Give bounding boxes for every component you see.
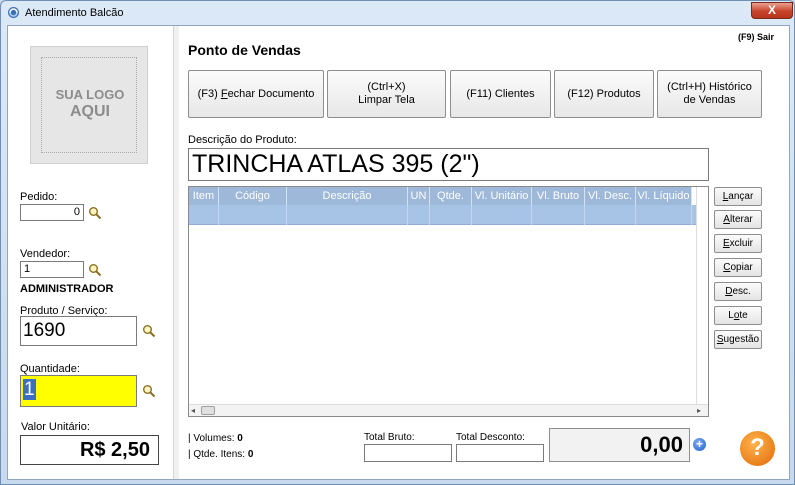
alterar-button[interactable]: Alterar xyxy=(714,210,762,229)
table-cell xyxy=(287,205,408,225)
desc-button[interactable]: Desc. xyxy=(714,282,762,301)
historico-vendas-line2: de Vendas xyxy=(683,94,736,106)
total-bruto-label: Total Bruto: xyxy=(364,432,415,443)
clientes-button[interactable]: (F11) Clientes xyxy=(450,70,551,118)
valor-unitario-display: R$ 2,50 xyxy=(20,435,159,465)
historico-vendas-button[interactable]: (Ctrl+H) Histórico de Vendas xyxy=(657,70,762,118)
fechar-documento-label: (F3) Fechar Documento xyxy=(197,87,315,100)
itens-label: | Qtde. Itens: xyxy=(188,449,246,460)
produtos-button[interactable]: (F12) Produtos xyxy=(554,70,654,118)
logo-text: SUA LOGO AQUI xyxy=(42,86,138,120)
column-header[interactable]: Descrição xyxy=(287,187,408,205)
fechar-documento-button[interactable]: (F3) Fechar Documento xyxy=(188,70,324,118)
close-button[interactable]: X xyxy=(751,2,793,19)
descricao-produto-field: TRINCHA ATLAS 395 (2") xyxy=(188,148,709,181)
items-grid[interactable]: Item Código Descrição UN Qtde. Vl. Unitá… xyxy=(188,186,709,417)
lancar-button[interactable]: Lançar xyxy=(714,187,762,206)
limpar-tela-button[interactable]: (Ctrl+X) Limpar Tela xyxy=(327,70,446,118)
column-header[interactable]: Código xyxy=(219,187,287,205)
vendedor-name: ADMINISTRADOR xyxy=(20,283,114,295)
quantidade-search-icon[interactable] xyxy=(142,384,156,398)
vendedor-label: Vendedor: xyxy=(20,248,71,260)
app-icon xyxy=(8,7,19,18)
sidebar-divider xyxy=(173,26,179,479)
window-title: Atendimento Balcão xyxy=(25,7,124,19)
table-cell xyxy=(532,205,585,225)
pedido-search-icon[interactable] xyxy=(88,206,102,220)
produto-input[interactable]: 1690 xyxy=(20,316,137,346)
limpar-tela-shortcut: (Ctrl+X) xyxy=(367,81,406,93)
table-cell xyxy=(430,205,472,225)
produtos-label: (F12) Produtos xyxy=(567,87,641,100)
table-cell xyxy=(408,205,430,225)
pedido-label: Pedido: xyxy=(20,191,58,203)
vendedor-search-icon[interactable] xyxy=(88,263,102,277)
historico-vendas-line1: (Ctrl+H) Histórico xyxy=(667,81,752,93)
scroll-thumb[interactable] xyxy=(201,406,215,415)
volumes-info: | Volumes: 0 xyxy=(188,433,243,444)
total-bruto-field xyxy=(364,444,452,462)
column-header[interactable]: Item xyxy=(189,187,219,205)
page-title: Ponto de Vendas xyxy=(188,42,301,58)
exit-shortcut[interactable]: (F9) Sair xyxy=(738,32,774,42)
scroll-left-icon[interactable]: ◂ xyxy=(191,406,195,415)
volumes-value: 0 xyxy=(237,433,243,444)
client-area: SUA LOGO AQUI Pedido: 0 Vendedor: 1 ADMI… xyxy=(7,25,790,480)
lote-button[interactable]: Lote xyxy=(714,306,762,325)
grid-vertical-scrollbar[interactable] xyxy=(696,187,708,405)
total-display: 0,00 xyxy=(549,428,690,462)
quantidade-input[interactable]: 1 xyxy=(20,375,137,407)
logo-placeholder: SUA LOGO AQUI xyxy=(30,46,148,164)
plus-icon[interactable]: + xyxy=(693,438,706,451)
table-cell xyxy=(189,205,219,225)
limpar-tela-label: Limpar Tela xyxy=(358,94,415,106)
table-cell xyxy=(219,205,287,225)
logo-line2: AQUI xyxy=(70,103,110,120)
itens-value: 0 xyxy=(247,449,254,460)
copiar-button[interactable]: Copiar xyxy=(714,258,762,277)
table-cell xyxy=(585,205,636,225)
column-header[interactable]: Vl. Bruto xyxy=(532,187,585,205)
descricao-produto-label: Descrição do Produto: xyxy=(188,134,297,146)
itens-info: | Qtde. Itens: 0 xyxy=(188,449,253,460)
excluir-button[interactable]: Excluir xyxy=(714,234,762,253)
column-header[interactable]: Vl. Líquido xyxy=(636,187,692,205)
valor-unitario-label: Valor Unitário: xyxy=(21,421,90,433)
app-window: Atendimento Balcão X SUA LOGO AQUI Pedid… xyxy=(0,0,795,485)
title-bar: Atendimento Balcão X xyxy=(1,1,794,25)
table-row[interactable] xyxy=(189,205,696,225)
table-cell xyxy=(636,205,692,225)
sugestao-button[interactable]: Sugestão xyxy=(714,330,762,349)
grid-header: Item Código Descrição UN Qtde. Vl. Unitá… xyxy=(189,187,692,205)
quantidade-label: Quantidade: xyxy=(20,363,80,375)
column-header[interactable]: Qtde. xyxy=(430,187,472,205)
column-header[interactable]: Vl. Unitário xyxy=(472,187,532,205)
logo-frame: SUA LOGO AQUI xyxy=(41,57,137,153)
volumes-label: | Volumes: xyxy=(188,433,235,444)
scroll-right-icon[interactable]: ▸ xyxy=(697,406,701,415)
vendedor-input[interactable]: 1 xyxy=(20,261,84,278)
logo-line1: SUA LOGO xyxy=(55,87,125,102)
column-header[interactable]: Vl. Desc. xyxy=(585,187,636,205)
column-header[interactable]: UN xyxy=(408,187,430,205)
produto-search-icon[interactable] xyxy=(142,324,156,338)
total-desconto-label: Total Desconto: xyxy=(456,432,525,443)
help-icon[interactable]: ? xyxy=(740,431,775,466)
table-cell xyxy=(472,205,532,225)
quantidade-selected-text: 1 xyxy=(23,379,36,400)
pedido-input[interactable]: 0 xyxy=(20,204,84,221)
total-desconto-field xyxy=(456,444,544,462)
grid-horizontal-scrollbar[interactable]: ◂ ▸ xyxy=(189,404,708,416)
clientes-label: (F11) Clientes xyxy=(466,87,535,100)
